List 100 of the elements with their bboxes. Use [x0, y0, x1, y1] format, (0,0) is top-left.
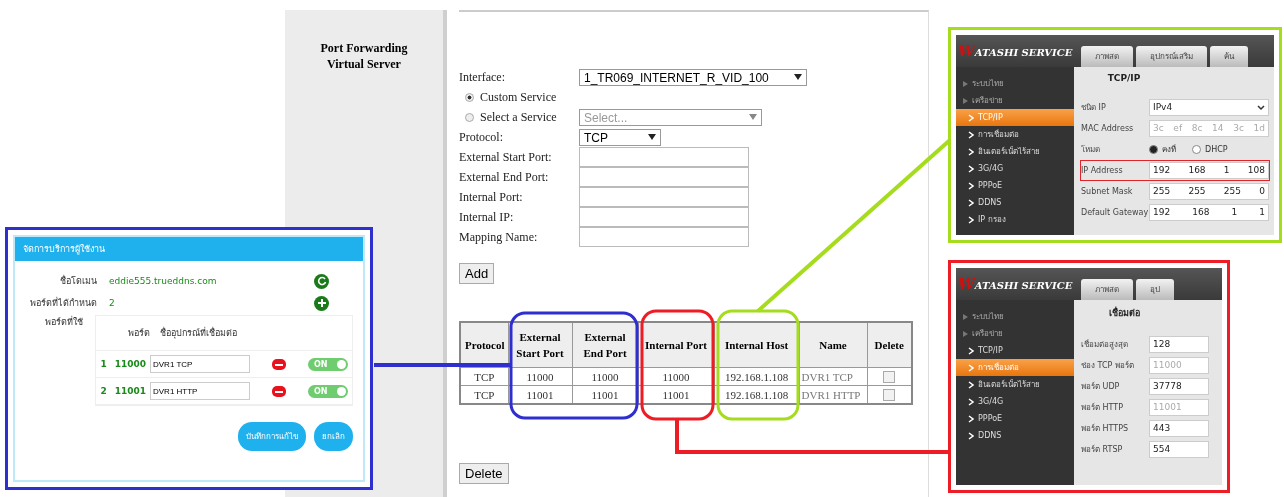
service-radio[interactable]: Custom Service	[459, 89, 579, 105]
address-field[interactable]: 255 255 255 0	[1149, 183, 1269, 200]
menu-item[interactable]: ระบบไทย	[956, 75, 1074, 92]
field-label: พอร์ต HTTP	[1081, 402, 1124, 414]
triangle-icon	[962, 80, 968, 87]
menu-item[interactable]: 3G/4G	[956, 393, 1074, 410]
column-header: External End Port	[572, 322, 638, 368]
menu-label: DDNS	[978, 197, 1002, 209]
menu-item[interactable]: PPPoE	[956, 410, 1074, 427]
caret-icon	[794, 74, 802, 80]
field-label: พอร์ต HTTPS	[1081, 423, 1130, 435]
column-header: พอร์ต	[128, 327, 151, 340]
table-cell: 11000	[508, 367, 572, 386]
delete-checkbox[interactable]	[883, 389, 896, 402]
input-field[interactable]	[579, 147, 749, 167]
menu-label: อินเตอร์เน็ตไร้สาย	[978, 145, 1040, 158]
input-field[interactable]	[579, 167, 749, 187]
menu-item[interactable]: เครือข่าย	[956, 325, 1074, 342]
menu-label: TCP/IP	[978, 345, 1003, 357]
menu-label: TCP/IP	[978, 112, 1003, 124]
menu-item[interactable]: 3G/4G	[956, 160, 1074, 177]
menu-label: ระบบไทย	[972, 78, 1004, 90]
caret-icon	[749, 114, 757, 120]
field-label: พอร์ตที่ได้กำหนด	[29, 296, 97, 310]
delete-checkbox[interactable]	[883, 371, 896, 384]
menu-label: 3G/4G	[978, 396, 1004, 408]
remove-icon[interactable]	[272, 385, 286, 397]
field-label: โหมด	[1081, 144, 1101, 156]
field-label: เชื่อมต่อสูงสุด	[1081, 338, 1129, 351]
field-label: พอร์ต RTSP	[1081, 444, 1124, 456]
mode-radio[interactable]: DHCP	[1192, 143, 1228, 156]
input-field[interactable]	[579, 207, 749, 227]
menu-label: เครือข่าย	[972, 328, 1003, 340]
menu-item[interactable]: TCP/IP	[956, 342, 1074, 359]
remove-icon[interactable]	[272, 358, 286, 370]
column-header: Protocol	[460, 322, 508, 368]
menu-item[interactable]: IP กรอง	[956, 211, 1074, 228]
logo-text: WATASHI SERVICE	[958, 275, 1073, 293]
device-name-field[interactable]: DVR1 TCP	[150, 355, 250, 373]
top-tab[interactable]: ภาพสด	[1081, 279, 1134, 300]
field-label: Internal Port:	[459, 189, 524, 205]
column-header: External Start Port	[508, 322, 572, 368]
column-header: ชื่ออุปกรณ์ที่เชื่อมต่อ	[160, 326, 238, 340]
field-label: IP Address	[1081, 166, 1124, 175]
page-title: Port Forwarding Virtual Server	[319, 40, 409, 72]
top-tab[interactable]: อุปกรณ์เสริม	[1136, 46, 1208, 67]
refresh-icon[interactable]	[314, 273, 329, 289]
triangle-icon	[962, 313, 968, 320]
field-label: ชนิด IP	[1081, 102, 1107, 114]
top-tab[interactable]: ภาพสด	[1081, 46, 1134, 67]
device-name-field[interactable]: DVR1 HTTP	[150, 382, 250, 400]
menu-item[interactable]: การเชื่อมต่อ	[956, 126, 1074, 143]
input-field[interactable]: 554	[1149, 441, 1209, 458]
field-label: Interface:	[459, 69, 506, 85]
add-button[interactable]: Add	[459, 263, 495, 284]
menu-label: DDNS	[978, 430, 1002, 442]
menu-item[interactable]: อินเตอร์เน็ตไร้สาย	[956, 376, 1074, 393]
address-field[interactable]: 192 168 1 108	[1149, 162, 1269, 179]
input-field[interactable]	[579, 187, 749, 207]
menu-item[interactable]: PPPoE	[956, 177, 1074, 194]
input-field[interactable]	[579, 227, 749, 247]
delete-button[interactable]: Delete	[459, 463, 509, 484]
menu-label: 3G/4G	[978, 163, 1004, 175]
menu-label: IP กรอง	[978, 214, 1006, 226]
menu-label: ระบบไทย	[972, 311, 1004, 323]
column-header: Internal Port	[638, 322, 714, 368]
input-field[interactable]: 128	[1149, 336, 1209, 353]
top-tab[interactable]: อุป	[1136, 279, 1175, 300]
domain-text: eddie555.trueddns.com	[109, 276, 218, 286]
table-cell: DVR1 HTTP	[799, 385, 867, 404]
protocol-select[interactable]: TCP	[579, 128, 661, 146]
interface-select[interactable]: 1_TR069_INTERNET_R_VID_100	[579, 68, 807, 86]
triangle-icon	[962, 97, 968, 104]
menu-label: อินเตอร์เน็ตไร้สาย	[978, 378, 1040, 391]
table-cell: DVR1 TCP	[799, 367, 867, 386]
add-icon[interactable]	[314, 295, 329, 311]
menu-item[interactable]: เครือข่าย	[956, 92, 1074, 109]
menu-item[interactable]: ระบบไทย	[956, 308, 1074, 325]
menu-label: PPPoE	[978, 180, 1003, 192]
field-label: Protocol:	[459, 129, 504, 145]
ip-type-select[interactable]: IPv4	[1149, 99, 1269, 116]
input-field[interactable]: 37778	[1149, 378, 1209, 395]
address-field[interactable]: 192 168 1 1	[1149, 204, 1269, 221]
input-field[interactable]: 443	[1149, 420, 1209, 437]
row-number: 1	[100, 359, 107, 369]
caret-icon	[648, 134, 656, 140]
mode-radio[interactable]: คงที่	[1149, 143, 1176, 156]
field-label: พอร์ต UDP	[1081, 381, 1121, 393]
port-count: 2	[109, 298, 116, 308]
triangle-icon	[962, 330, 968, 337]
menu-item[interactable]: DDNS	[956, 427, 1074, 444]
menu-item[interactable]: อินเตอร์เน็ตไร้สาย	[956, 143, 1074, 160]
port-number: 11000	[114, 359, 146, 369]
field-label: External Start Port:	[459, 149, 553, 165]
field-label: Internal IP:	[459, 209, 515, 225]
chevron-icon	[1257, 104, 1265, 111]
service-radio[interactable]: Select a Service	[459, 109, 579, 125]
menu-item[interactable]: DDNS	[956, 194, 1074, 211]
top-tab[interactable]: ค้น	[1210, 46, 1249, 67]
field-label: External End Port:	[459, 169, 550, 185]
